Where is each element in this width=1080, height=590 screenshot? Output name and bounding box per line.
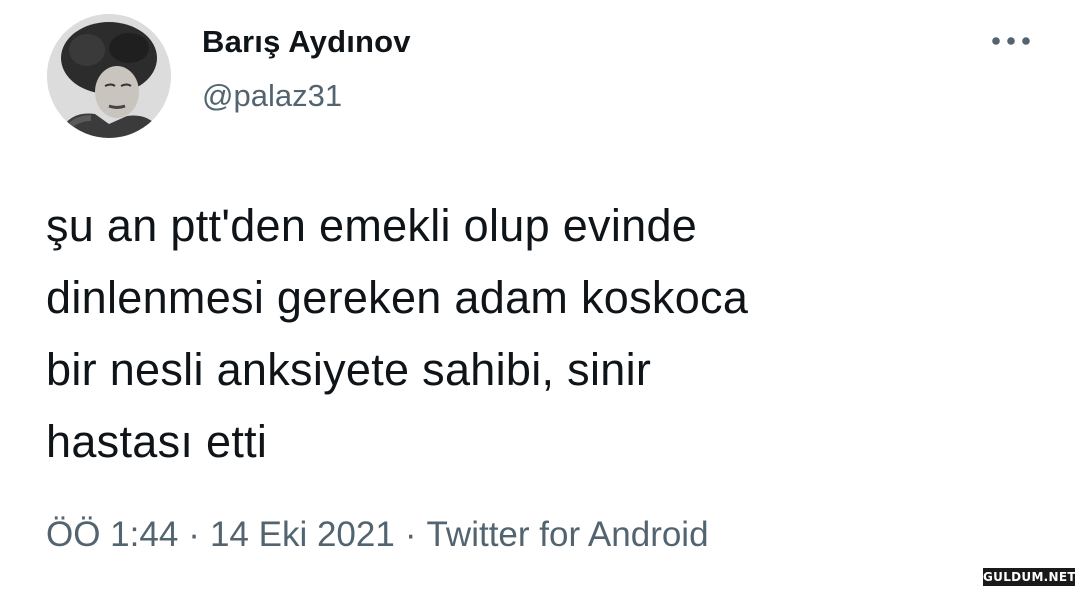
- tweet-text: şu an ptt'den emekli olup evinde dinlenm…: [46, 190, 1006, 478]
- tweet-source[interactable]: Twitter for Android: [426, 515, 708, 554]
- tweet-card: Barış Aydınov @palaz31 şu an ptt'den eme…: [0, 0, 1080, 590]
- tweet-text-line: bir nesli anksiyete sahibi, sinir: [46, 344, 652, 395]
- user-handle[interactable]: @palaz31: [202, 78, 342, 114]
- profile-photo-icon: [47, 14, 171, 138]
- tweet-text-line: hastası etti: [46, 416, 268, 467]
- tweet-text-line: şu an ptt'den emekli olup evinde: [46, 200, 698, 251]
- meta-separator: ·: [188, 515, 200, 554]
- meta-separator: ·: [404, 515, 417, 554]
- display-name[interactable]: Barış Aydınov: [202, 24, 411, 60]
- tweet-time[interactable]: ÖÖ 1:44: [46, 515, 178, 554]
- tweet-metadata: ÖÖ 1:44 · 14 Eki 2021 · Twitter for Android: [46, 515, 709, 555]
- tweet-text-line: dinlenmesi gereken adam koskoca: [46, 272, 749, 323]
- tweet-date[interactable]: 14 Eki 2021: [210, 515, 395, 554]
- watermark-logo: GULDUM.NET: [983, 568, 1076, 586]
- more-horizontal-icon: [992, 37, 1030, 45]
- more-options-button[interactable]: [986, 26, 1036, 56]
- avatar[interactable]: [47, 14, 171, 138]
